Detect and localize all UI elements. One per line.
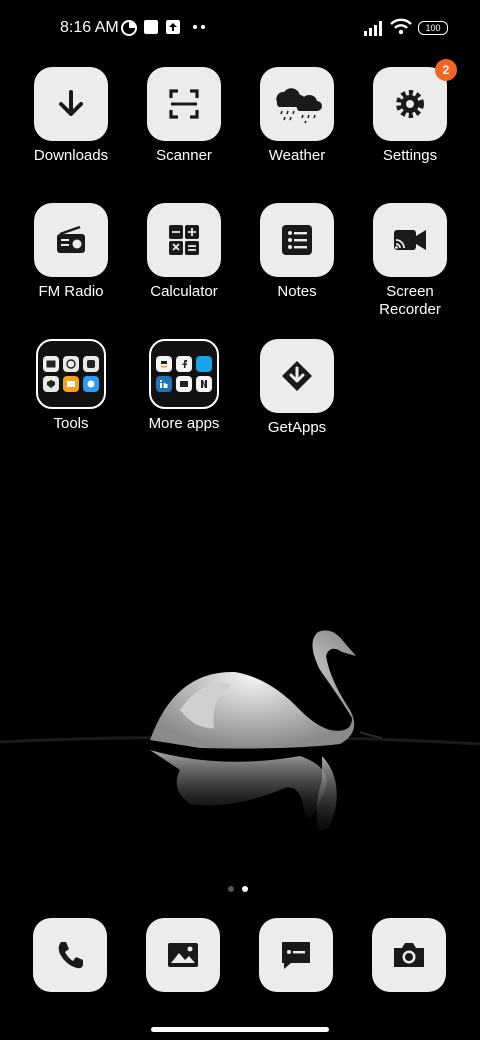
folder-more-apps[interactable]: More apps xyxy=(134,339,234,433)
clock-icon xyxy=(63,356,79,372)
app-label: Scanner xyxy=(156,147,212,164)
security-icon xyxy=(43,376,59,392)
wifi-icon xyxy=(390,18,412,35)
app-label: Notes xyxy=(277,283,317,300)
page-dot-active[interactable] xyxy=(242,886,248,892)
dock-messages[interactable] xyxy=(259,918,333,992)
status-bar: 8:16 AM 100 xyxy=(0,0,480,56)
app-label: Weather xyxy=(268,147,326,164)
file-manager-icon xyxy=(63,376,79,392)
app-label: FM Radio xyxy=(38,283,104,300)
app-getapps[interactable]: GetApps xyxy=(247,339,347,437)
app-settings[interactable]: 2 Settings xyxy=(360,59,460,165)
app-label-line: Screen xyxy=(386,283,434,300)
notification-badge: 2 xyxy=(435,59,457,81)
gallery-icon[interactable] xyxy=(146,918,220,992)
calculator-icon[interactable] xyxy=(147,203,221,277)
facebook-icon xyxy=(176,356,192,372)
folder-icon[interactable] xyxy=(36,339,106,409)
app-label-line: Recorder xyxy=(379,301,441,318)
mail-icon xyxy=(43,356,59,372)
app-label: Downloads xyxy=(33,147,109,164)
prime-video-icon xyxy=(196,356,212,372)
ola-icon xyxy=(176,376,192,392)
app-label: Screen Recorder xyxy=(360,283,460,319)
dock-gallery[interactable] xyxy=(146,918,220,992)
home-gesture-bar[interactable] xyxy=(151,1027,329,1032)
scan-frame-icon[interactable] xyxy=(147,67,221,141)
notes-list-icon[interactable] xyxy=(260,203,334,277)
download-arrow-icon[interactable] xyxy=(34,67,108,141)
app-fm-radio[interactable]: FM Radio xyxy=(21,203,121,301)
dock-phone[interactable] xyxy=(33,918,107,992)
app-label: More apps xyxy=(148,415,220,432)
app-label: Calculator xyxy=(150,283,218,300)
app-scanner[interactable]: Scanner xyxy=(134,67,234,165)
browser-icon xyxy=(83,376,99,392)
app-label: GetApps xyxy=(267,419,327,436)
swan-wallpaper xyxy=(0,630,480,831)
app-calculator[interactable]: Calculator xyxy=(134,203,234,301)
app-weather[interactable]: Weather xyxy=(247,67,347,165)
linkedin-icon xyxy=(156,376,172,392)
phone-icon[interactable] xyxy=(33,918,107,992)
video-camera-icon[interactable] xyxy=(373,203,447,277)
message-icon[interactable] xyxy=(259,918,333,992)
folder-icon[interactable] xyxy=(149,339,219,409)
more-notifications-icon xyxy=(193,25,205,29)
dock-camera[interactable] xyxy=(372,918,446,992)
square-notification-icon xyxy=(144,20,158,34)
app-notification-icon xyxy=(121,20,137,36)
signal-icon xyxy=(364,21,382,36)
status-time: 8:16 AM xyxy=(60,19,119,36)
app-label: Tools xyxy=(53,415,89,432)
camera-icon[interactable] xyxy=(372,918,446,992)
battery-icon: 100 xyxy=(418,21,448,35)
app-downloads[interactable]: Downloads xyxy=(21,67,121,165)
upload-notification-icon xyxy=(166,20,180,34)
gear-icon[interactable]: 2 xyxy=(373,59,457,141)
app-notes[interactable]: Notes xyxy=(247,203,347,301)
app-screen-recorder[interactable]: Screen Recorder xyxy=(360,203,460,319)
page-dot[interactable] xyxy=(228,886,234,892)
app-label: Settings xyxy=(382,147,438,164)
folder-tools[interactable]: Tools xyxy=(21,339,121,433)
netflix-icon xyxy=(196,376,212,392)
radio-icon[interactable] xyxy=(34,203,108,277)
getapps-icon[interactable] xyxy=(260,339,334,413)
compass-icon xyxy=(83,356,99,372)
page-indicator[interactable] xyxy=(228,879,256,897)
rain-cloud-icon[interactable] xyxy=(260,67,334,141)
amazon-icon xyxy=(156,356,172,372)
